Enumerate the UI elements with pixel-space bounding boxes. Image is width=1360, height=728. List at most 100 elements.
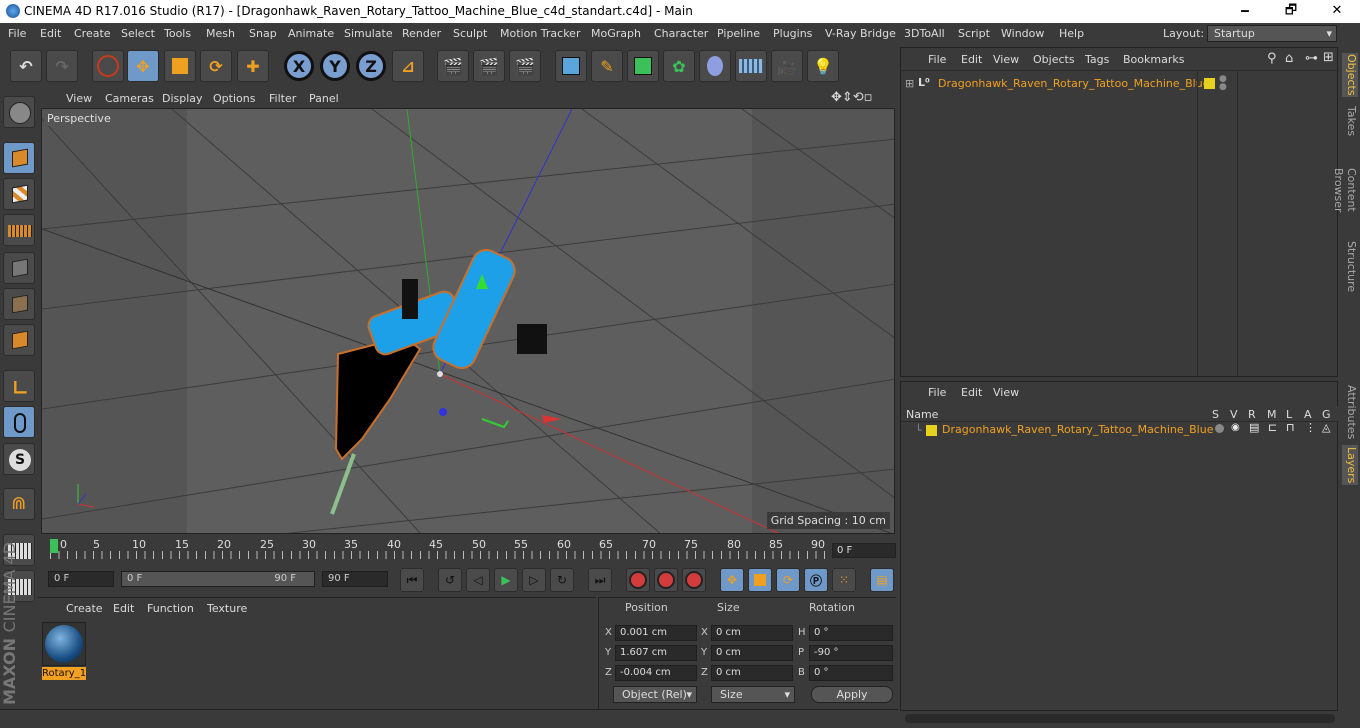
size-y-field[interactable]: 0 cm	[711, 645, 793, 661]
object-menu-file[interactable]: File	[928, 53, 946, 66]
tab-takes[interactable]: Takes	[1342, 101, 1358, 141]
rotation-p-field[interactable]: -90 °	[809, 645, 893, 661]
playhead[interactable]	[50, 539, 58, 553]
position-key-toggle[interactable]: ✥	[720, 568, 744, 592]
object-menu-edit[interactable]: Edit	[961, 53, 982, 66]
tab-layers[interactable]: Layers	[1342, 445, 1358, 485]
add-subdivision-button[interactable]	[627, 50, 659, 82]
menu-mesh[interactable]: Mesh	[206, 27, 235, 40]
viewport-menu-filter[interactable]: Filter	[269, 92, 296, 105]
menu-vray-bridge[interactable]: V-Ray Bridge	[825, 27, 896, 40]
magnet-button[interactable]: ⋒	[3, 488, 35, 520]
render-clapper-icon[interactable]: ▤	[1249, 421, 1259, 434]
snap-button[interactable]: S	[3, 443, 35, 475]
undo-button[interactable]: ↶	[10, 50, 42, 82]
scale-tool-button[interactable]	[164, 50, 196, 82]
link-icon[interactable]: ⊶	[1305, 51, 1318, 66]
layer-menu-file[interactable]: File	[928, 386, 946, 399]
eye-icon[interactable]: ◉	[1231, 422, 1240, 433]
timeline-window-button[interactable]: ▤	[870, 568, 894, 592]
scale-key-toggle[interactable]	[748, 568, 772, 592]
menu-help[interactable]: Help	[1059, 27, 1084, 40]
menu-window[interactable]: Window	[1001, 27, 1044, 40]
polygons-mode-button[interactable]	[3, 324, 35, 356]
layer-menu-edit[interactable]: Edit	[961, 386, 982, 399]
manager-icon[interactable]: ⊏	[1268, 421, 1277, 434]
menu-tools[interactable]: Tools	[164, 27, 191, 40]
layer-horizontal-scrollbar[interactable]	[905, 714, 1335, 723]
min-frame-field[interactable]: 0 F	[48, 571, 114, 587]
solo-toggle-icon[interactable]	[1215, 424, 1224, 433]
new-window-icon[interactable]: ⊞	[1323, 50, 1334, 65]
viewport-menu-options[interactable]: Options	[213, 92, 255, 105]
layer-menu-view[interactable]: View	[993, 386, 1019, 399]
current-frame-field[interactable]: 0 F	[832, 543, 896, 558]
menu-create[interactable]: Create	[74, 27, 111, 40]
camera-label[interactable]: Perspective	[44, 111, 114, 126]
menu-file[interactable]: File	[8, 27, 26, 40]
menu-snap[interactable]: Snap	[249, 27, 277, 40]
next-keyframe-button[interactable]: ↻	[550, 568, 574, 592]
close-button[interactable]: ✕	[1314, 0, 1360, 23]
menu-simulate[interactable]: Simulate	[344, 27, 393, 40]
add-cloner-button[interactable]: ✿	[663, 50, 695, 82]
menu-animate[interactable]: Animate	[288, 27, 334, 40]
object-name[interactable]: Dragonhawk_Raven_Rotary_Tattoo_Machine_B…	[938, 77, 1209, 90]
position-x-field[interactable]: 0.001 cm	[615, 625, 697, 641]
layout-select[interactable]: Startup ▾	[1207, 25, 1337, 42]
rotation-b-field[interactable]: 0 °	[809, 665, 893, 681]
position-y-field[interactable]: 1.607 cm	[615, 645, 697, 661]
add-light-button[interactable]: 💡	[807, 50, 839, 82]
object-menu-objects[interactable]: Objects	[1033, 53, 1075, 66]
menu-render[interactable]: Render	[402, 27, 441, 40]
coordinate-system-button[interactable]: ⊿	[392, 50, 424, 82]
go-to-end-button[interactable]: ⏭	[588, 568, 612, 592]
menu-mograph[interactable]: MoGraph	[591, 27, 641, 40]
previous-keyframe-button[interactable]: ↺	[438, 568, 462, 592]
object-menu-tags[interactable]: Tags	[1085, 53, 1109, 66]
tab-structure[interactable]: Structure	[1342, 239, 1358, 295]
menu-select[interactable]: Select	[121, 27, 155, 40]
move-tool-button[interactable]: ✥	[127, 50, 159, 82]
menu-character[interactable]: Character	[654, 27, 708, 40]
menu-pipeline[interactable]: Pipeline	[717, 27, 760, 40]
name-column-header[interactable]: Name	[906, 408, 938, 421]
redo-button[interactable]: ↷	[46, 50, 78, 82]
add-camera-button[interactable]: 🎥	[771, 50, 803, 82]
viewport-menu-view[interactable]: View	[66, 92, 92, 105]
object-menu-bookmarks[interactable]: Bookmarks	[1123, 53, 1184, 66]
render-view-button[interactable]: 🎬	[437, 50, 469, 82]
add-floor-button[interactable]	[735, 50, 767, 82]
search-icon[interactable]: ⚲	[1267, 51, 1277, 66]
viewport-menu-display[interactable]: Display	[162, 92, 203, 105]
object-menu-view[interactable]: View	[993, 53, 1019, 66]
object-row[interactable]: ⊞ L⁰ Dragonhawk_Raven_Rotary_Tattoo_Mach…	[905, 76, 1209, 94]
material-name-label[interactable]: Rotary_1	[42, 667, 86, 680]
size-z-field[interactable]: 0 cm	[711, 665, 793, 681]
position-z-field[interactable]: -0.004 cm	[615, 665, 697, 681]
viewport-nav-icons[interactable]: ✥⇕⟲▫	[831, 90, 873, 105]
axis-mode-button[interactable]: ∟	[3, 370, 35, 402]
play-button[interactable]: ▶	[494, 568, 518, 592]
menu-edit[interactable]: Edit	[40, 27, 61, 40]
menu-sculpt[interactable]: Sculpt	[453, 27, 487, 40]
add-cube-button[interactable]	[555, 50, 587, 82]
add-deformer-button[interactable]	[699, 50, 731, 82]
generator-icon[interactable]: ◬	[1322, 421, 1330, 434]
layer-color-swatch[interactable]	[926, 425, 937, 436]
previous-frame-button[interactable]: ◁	[466, 568, 490, 592]
layer-color-swatch[interactable]	[1204, 78, 1215, 89]
restore-button[interactable]: 🗗	[1268, 0, 1314, 23]
tab-attributes[interactable]: Attributes	[1342, 384, 1358, 440]
z-axis-handle[interactable]	[439, 408, 447, 416]
y-axis-button[interactable]: Y	[319, 50, 351, 82]
lock-icon[interactable]: ⊓	[1286, 421, 1295, 434]
animation-icon[interactable]: ⋮	[1305, 421, 1316, 434]
model-mode-button[interactable]	[3, 142, 35, 174]
keyframe-selection-button[interactable]	[682, 568, 706, 592]
menu-3dtoall[interactable]: 3DToAll	[904, 27, 945, 40]
tab-content-browser[interactable]: Content Browser	[1332, 145, 1358, 235]
edges-mode-button[interactable]	[3, 288, 35, 320]
size-mode-select[interactable]: Size ▾	[711, 686, 795, 703]
menu-motion-tracker[interactable]: Motion Tracker	[500, 27, 580, 40]
